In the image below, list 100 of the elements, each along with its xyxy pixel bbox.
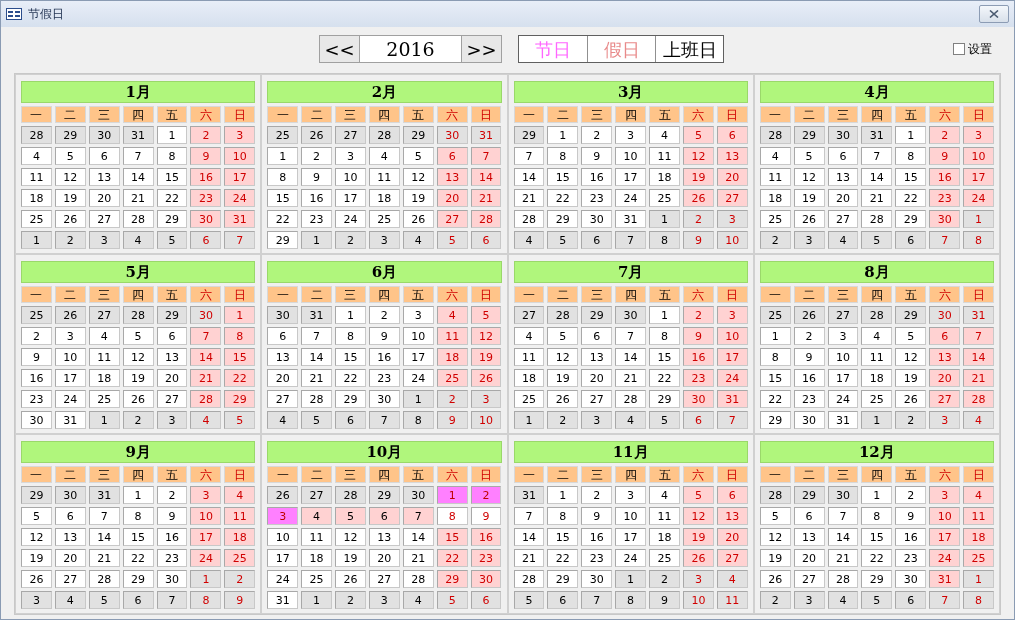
day-cell[interactable]: 27 xyxy=(793,570,825,588)
day-cell[interactable]: 29 xyxy=(402,126,434,144)
day-cell[interactable]: 24 xyxy=(54,390,86,408)
day-cell[interactable]: 24 xyxy=(267,570,299,588)
day-cell[interactable]: 1 xyxy=(402,390,434,408)
day-cell[interactable]: 1 xyxy=(895,126,927,144)
day-cell[interactable]: 15 xyxy=(436,528,468,546)
day-cell[interactable]: 14 xyxy=(615,348,647,366)
day-cell[interactable]: 13 xyxy=(793,528,825,546)
day-cell[interactable]: 10 xyxy=(827,348,859,366)
day-cell[interactable]: 20 xyxy=(716,528,748,546)
day-cell[interactable]: 31 xyxy=(827,411,859,429)
day-cell[interactable]: 22 xyxy=(267,210,299,228)
day-cell[interactable]: 26 xyxy=(267,486,299,504)
day-cell[interactable]: 5 xyxy=(335,507,366,525)
day-cell[interactable]: 2 xyxy=(759,591,791,609)
day-cell[interactable]: 4 xyxy=(21,147,52,165)
day-cell[interactable]: 21 xyxy=(615,369,647,387)
day-cell[interactable]: 15 xyxy=(547,528,579,546)
day-cell[interactable]: 17 xyxy=(267,549,299,567)
day-cell[interactable]: 5 xyxy=(224,411,256,429)
day-cell[interactable]: 28 xyxy=(368,126,400,144)
day-cell[interactable]: 7 xyxy=(88,507,120,525)
day-cell[interactable]: 7 xyxy=(470,147,502,165)
day-cell[interactable]: 30 xyxy=(368,390,400,408)
day-cell[interactable]: 30 xyxy=(929,210,961,228)
day-cell[interactable]: 13 xyxy=(716,147,748,165)
day-cell[interactable]: 18 xyxy=(301,549,333,567)
day-cell[interactable]: 14 xyxy=(513,168,545,186)
day-cell[interactable]: 3 xyxy=(581,411,613,429)
day-cell[interactable]: 19 xyxy=(54,189,86,207)
day-cell[interactable]: 27 xyxy=(716,189,748,207)
day-cell[interactable]: 25 xyxy=(88,390,120,408)
day-cell[interactable]: 4 xyxy=(827,591,859,609)
day-cell[interactable]: 6 xyxy=(436,147,468,165)
day-cell[interactable]: 3 xyxy=(963,126,994,144)
day-cell[interactable]: 26 xyxy=(793,210,825,228)
day-cell[interactable]: 20 xyxy=(436,189,468,207)
day-cell[interactable]: 8 xyxy=(547,507,579,525)
day-cell[interactable]: 5 xyxy=(436,591,468,609)
day-cell[interactable]: 16 xyxy=(301,189,333,207)
day-cell[interactable]: 15 xyxy=(224,348,256,366)
day-cell[interactable]: 10 xyxy=(682,591,714,609)
day-cell[interactable]: 4 xyxy=(963,411,994,429)
day-cell[interactable]: 31 xyxy=(513,486,545,504)
day-cell[interactable]: 2 xyxy=(122,411,154,429)
day-cell[interactable]: 17 xyxy=(54,369,86,387)
day-cell[interactable]: 11 xyxy=(649,507,680,525)
day-cell[interactable]: 5 xyxy=(793,147,825,165)
day-cell[interactable]: 12 xyxy=(21,528,52,546)
day-cell[interactable]: 14 xyxy=(88,528,120,546)
day-cell[interactable]: 10 xyxy=(470,411,502,429)
day-cell[interactable]: 3 xyxy=(54,327,86,345)
day-cell[interactable]: 20 xyxy=(581,369,613,387)
day-cell[interactable]: 25 xyxy=(861,390,893,408)
day-cell[interactable]: 5 xyxy=(21,507,52,525)
day-cell[interactable]: 14 xyxy=(402,528,434,546)
day-cell[interactable]: 7 xyxy=(122,147,154,165)
day-cell[interactable]: 28 xyxy=(861,306,893,324)
day-cell[interactable]: 2 xyxy=(581,486,613,504)
day-cell[interactable]: 23 xyxy=(793,390,825,408)
day-cell[interactable]: 23 xyxy=(682,369,714,387)
day-cell[interactable]: 2 xyxy=(895,411,927,429)
day-cell[interactable]: 2 xyxy=(190,126,222,144)
day-cell[interactable]: 12 xyxy=(402,168,434,186)
day-cell[interactable]: 6 xyxy=(122,591,154,609)
day-cell[interactable]: 13 xyxy=(54,528,86,546)
day-cell[interactable]: 1 xyxy=(513,411,545,429)
day-cell[interactable]: 10 xyxy=(402,327,434,345)
day-cell[interactable]: 4 xyxy=(368,147,400,165)
day-cell[interactable]: 28 xyxy=(21,126,52,144)
day-cell[interactable]: 31 xyxy=(267,591,299,609)
day-cell[interactable]: 25 xyxy=(513,390,545,408)
day-cell[interactable]: 25 xyxy=(267,126,299,144)
day-cell[interactable]: 22 xyxy=(335,369,366,387)
day-cell[interactable]: 24 xyxy=(615,549,647,567)
day-cell[interactable]: 6 xyxy=(895,591,927,609)
day-cell[interactable]: 26 xyxy=(54,210,86,228)
day-cell[interactable]: 3 xyxy=(716,306,748,324)
day-cell[interactable]: 17 xyxy=(929,528,961,546)
day-cell[interactable]: 2 xyxy=(581,126,613,144)
day-cell[interactable]: 27 xyxy=(54,570,86,588)
day-cell[interactable]: 12 xyxy=(54,168,86,186)
day-cell[interactable]: 18 xyxy=(88,369,120,387)
day-cell[interactable]: 2 xyxy=(54,231,86,249)
day-cell[interactable]: 24 xyxy=(929,549,961,567)
day-cell[interactable]: 27 xyxy=(156,390,188,408)
day-cell[interactable]: 5 xyxy=(861,591,893,609)
day-cell[interactable]: 23 xyxy=(190,189,222,207)
day-cell[interactable]: 5 xyxy=(402,147,434,165)
day-cell[interactable]: 10 xyxy=(615,147,647,165)
day-cell[interactable]: 8 xyxy=(156,147,188,165)
day-cell[interactable]: 12 xyxy=(122,348,154,366)
day-cell[interactable]: 29 xyxy=(54,126,86,144)
day-cell[interactable]: 30 xyxy=(190,210,222,228)
day-cell[interactable]: 16 xyxy=(581,528,613,546)
day-cell[interactable]: 21 xyxy=(88,549,120,567)
day-cell[interactable]: 10 xyxy=(224,147,256,165)
day-cell[interactable]: 15 xyxy=(759,369,791,387)
day-cell[interactable]: 1 xyxy=(190,570,222,588)
